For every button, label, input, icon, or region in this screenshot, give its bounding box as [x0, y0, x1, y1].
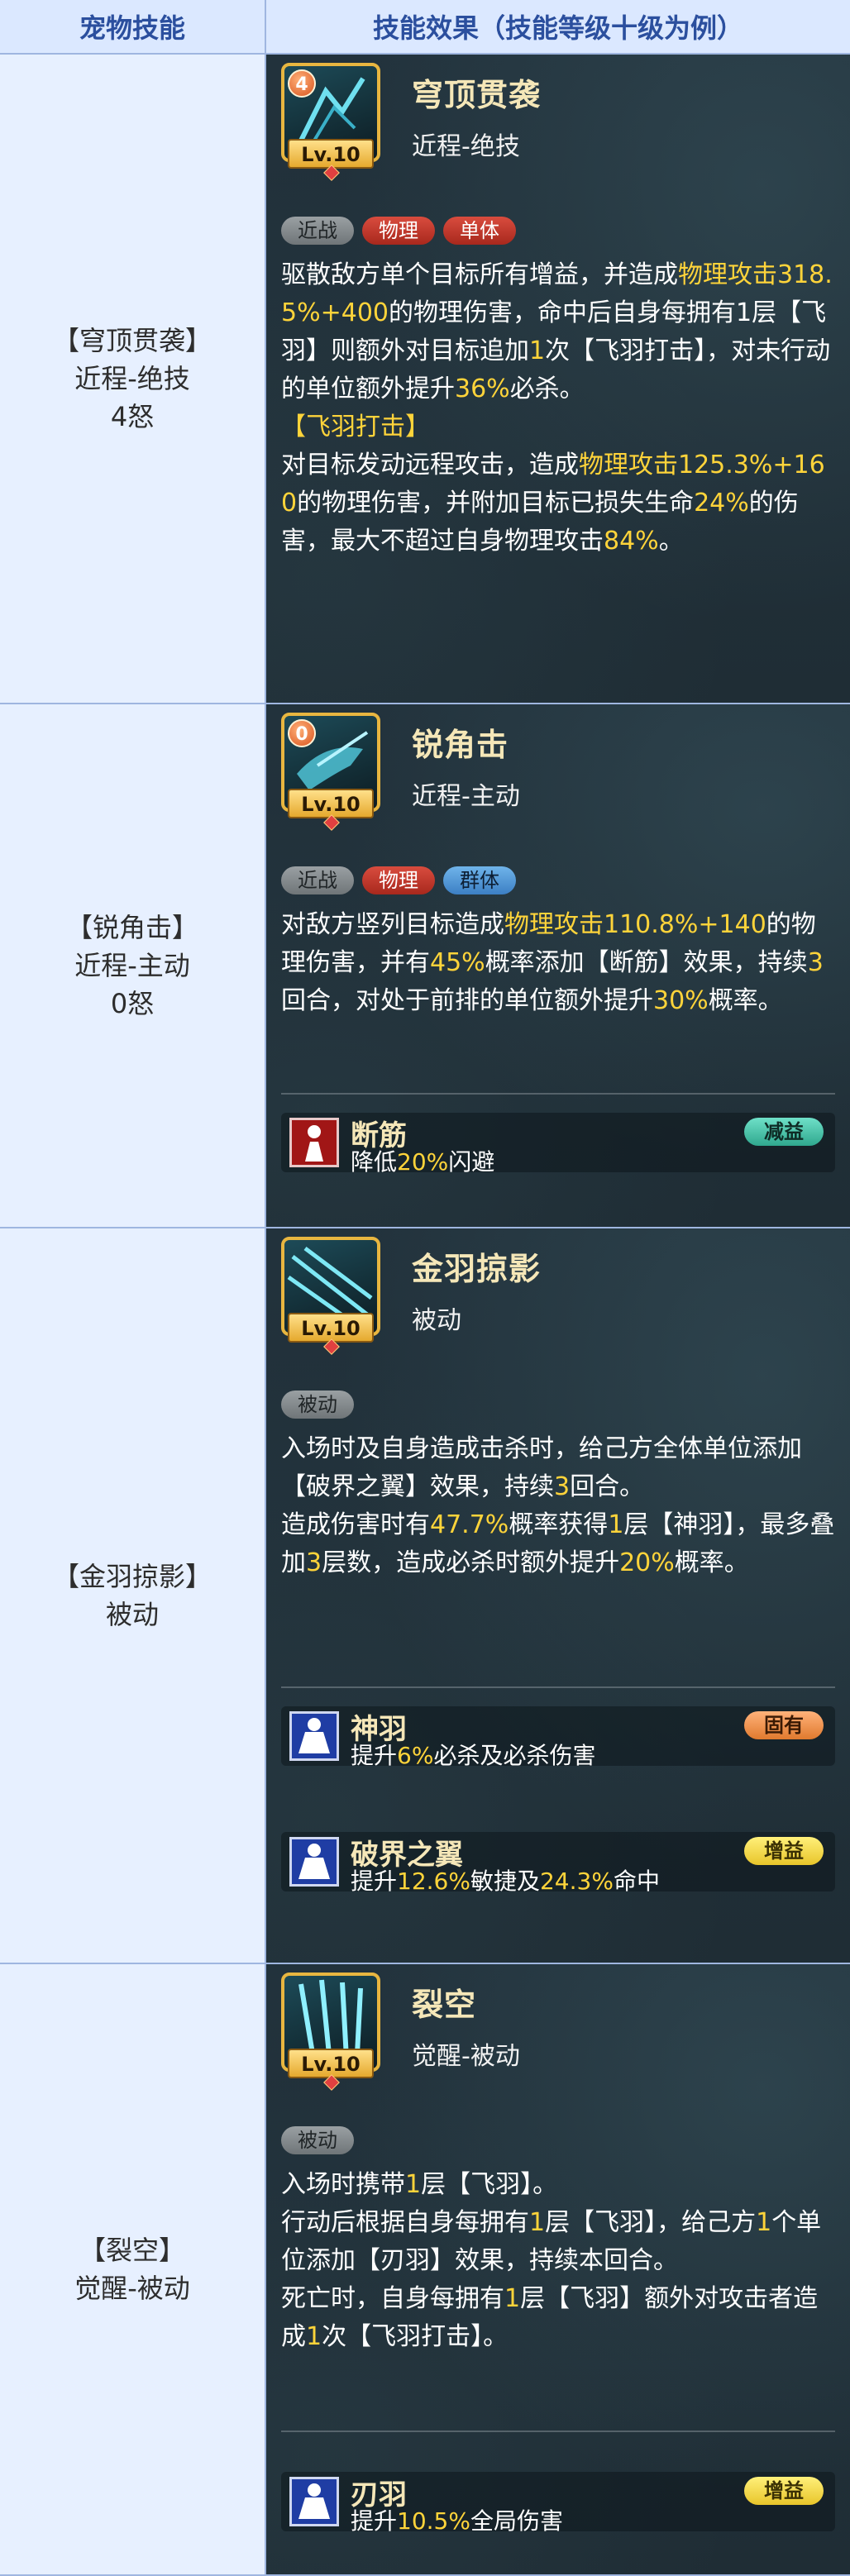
skill-1-type: 近程-绝技: [412, 132, 520, 161]
skill-2-type-label: 近程-主动: [74, 950, 190, 981]
debuff-icon: [289, 1118, 339, 1167]
skill-1-icon: 4 Lv.10: [281, 63, 380, 187]
skill-2-name-label: 【锐角击】: [65, 912, 198, 943]
buff-badge: 增益: [744, 2477, 824, 2505]
tag-physical: 物理: [362, 217, 435, 245]
tag-single: 单体: [443, 217, 516, 245]
buff-icon: [289, 1837, 339, 1887]
tag-group: 群体: [443, 866, 516, 894]
tag-melee: 近战: [281, 866, 354, 894]
skill-3-type: 被动: [412, 1306, 461, 1335]
header-pet-skill: 宠物技能: [0, 0, 266, 55]
skill-3-name-label: 【金羽掠影】: [52, 1561, 212, 1592]
buff-row-renyu: 刃羽 提升10.5%全局伤害 增益: [281, 2472, 835, 2535]
buff-icon: [289, 1711, 339, 1761]
header-skill-effect: 技能效果（技能等级十级为例）: [266, 0, 850, 55]
skill-3-icon: Lv.10: [281, 1237, 380, 1361]
tag-passive: 被动: [281, 1391, 354, 1419]
skill-table: 宠物技能 技能效果（技能等级十级为例） 【穹顶贯袭】 近程-绝技 4怒 4 Lv…: [0, 0, 850, 2576]
tag-physical: 物理: [362, 866, 435, 894]
skill-2-icon: 0 Lv.10: [281, 713, 380, 837]
skill-3-tags: 被动: [281, 1391, 354, 1419]
inherent-badge: 固有: [744, 1711, 824, 1739]
skill-4-name-label: 【裂空】: [79, 2235, 185, 2266]
row-right-skill-2: 0 Lv.10 锐角击 近程-主动 近战 物理 群体 对敌方竖列目标造成物理攻击…: [266, 704, 850, 1228]
row-right-skill-4: Lv.10 裂空 觉醒-被动 被动 入场时携带1层【飞羽】。 行动后根据自身每拥…: [266, 1964, 850, 2576]
sub-effect-title: 【飞羽打击】: [281, 413, 430, 441]
skill-2-type: 近程-主动: [412, 782, 520, 811]
skill-4-title: 裂空: [412, 1987, 477, 2023]
row-left-skill-4: 【裂空】 觉醒-被动: [0, 1964, 266, 2576]
skill-1-description: 驱散敌方单个目标所有增益，并造成物理攻击318.5%+400的物理伤害，命中后自…: [281, 260, 833, 556]
debuff-badge: 减益: [744, 1118, 824, 1146]
buff-badge: 增益: [744, 1837, 824, 1865]
row-left-skill-2: 【锐角击】 近程-主动 0怒: [0, 704, 266, 1228]
buff-icon: [289, 2477, 339, 2526]
skill-2-description: 对敌方竖列目标造成物理攻击110.8%+140的物理伤害，并有45%概率添加【断…: [281, 910, 824, 1015]
buff-row-pojiezhiyi: 破界之翼 提升12.6%敏捷及24.3%命中 增益: [281, 1832, 835, 1895]
skill-1-name-label: 【穹顶贯袭】: [52, 325, 212, 356]
row-right-skill-3: Lv.10 金羽掠影 被动 被动 入场时及自身造成击杀时，给己方全体单位添加【破…: [266, 1228, 850, 1964]
rage-badge: 4: [288, 69, 316, 98]
skill-1-title: 穹顶贯袭: [412, 77, 542, 113]
buff-row-duanjin: 断筋 降低20%闪避 减益: [281, 1113, 835, 1176]
skill-1-tags: 近战 物理 单体: [281, 217, 516, 245]
buff-description: 提升6%必杀及必杀伤害: [351, 1742, 596, 1769]
buff-row-shenyu: 神羽 提升6%必杀及必杀伤害 固有: [281, 1706, 835, 1769]
skill-1-type-label: 近程-绝技: [74, 363, 190, 394]
row-left-skill-3: 【金羽掠影】 被动: [0, 1228, 266, 1964]
skill-2-rage-label: 0怒: [110, 988, 155, 1019]
skill-4-type: 觉醒-被动: [412, 2042, 520, 2071]
tag-melee: 近战: [281, 217, 354, 245]
buff-description: 降低20%闪避: [351, 1148, 495, 1176]
buff-description: 提升10.5%全局伤害: [351, 2507, 563, 2535]
skill-3-description: 入场时及自身造成击杀时，给己方全体单位添加【破界之翼】效果，持续3回合。 造成伤…: [281, 1434, 835, 1577]
buff-description: 提升12.6%敏捷及24.3%命中: [351, 1868, 660, 1895]
skill-1-rage-label: 4怒: [110, 401, 155, 432]
skill-2-tags: 近战 物理 群体: [281, 866, 516, 894]
skill-3-type-label: 被动: [105, 1599, 159, 1630]
skill-4-tags: 被动: [281, 2126, 354, 2154]
tag-passive: 被动: [281, 2126, 354, 2154]
skill-4-description: 入场时携带1层【飞羽】。 行动后根据自身每拥有1层【飞羽】，给己方1个单位添加【…: [281, 2170, 822, 2351]
skill-2-title: 锐角击: [412, 727, 509, 763]
skill-4-icon: Lv.10: [281, 1973, 380, 2097]
row-left-skill-1: 【穹顶贯袭】 近程-绝技 4怒: [0, 55, 266, 704]
skill-3-title: 金羽掠影: [412, 1251, 542, 1287]
rage-badge: 0: [288, 719, 316, 747]
row-right-skill-1: 4 Lv.10 穹顶贯袭 近程-绝技 近战 物理 单体 驱散敌方单个目标所有增益…: [266, 55, 850, 704]
skill-4-type-label: 觉醒-被动: [74, 2273, 190, 2304]
